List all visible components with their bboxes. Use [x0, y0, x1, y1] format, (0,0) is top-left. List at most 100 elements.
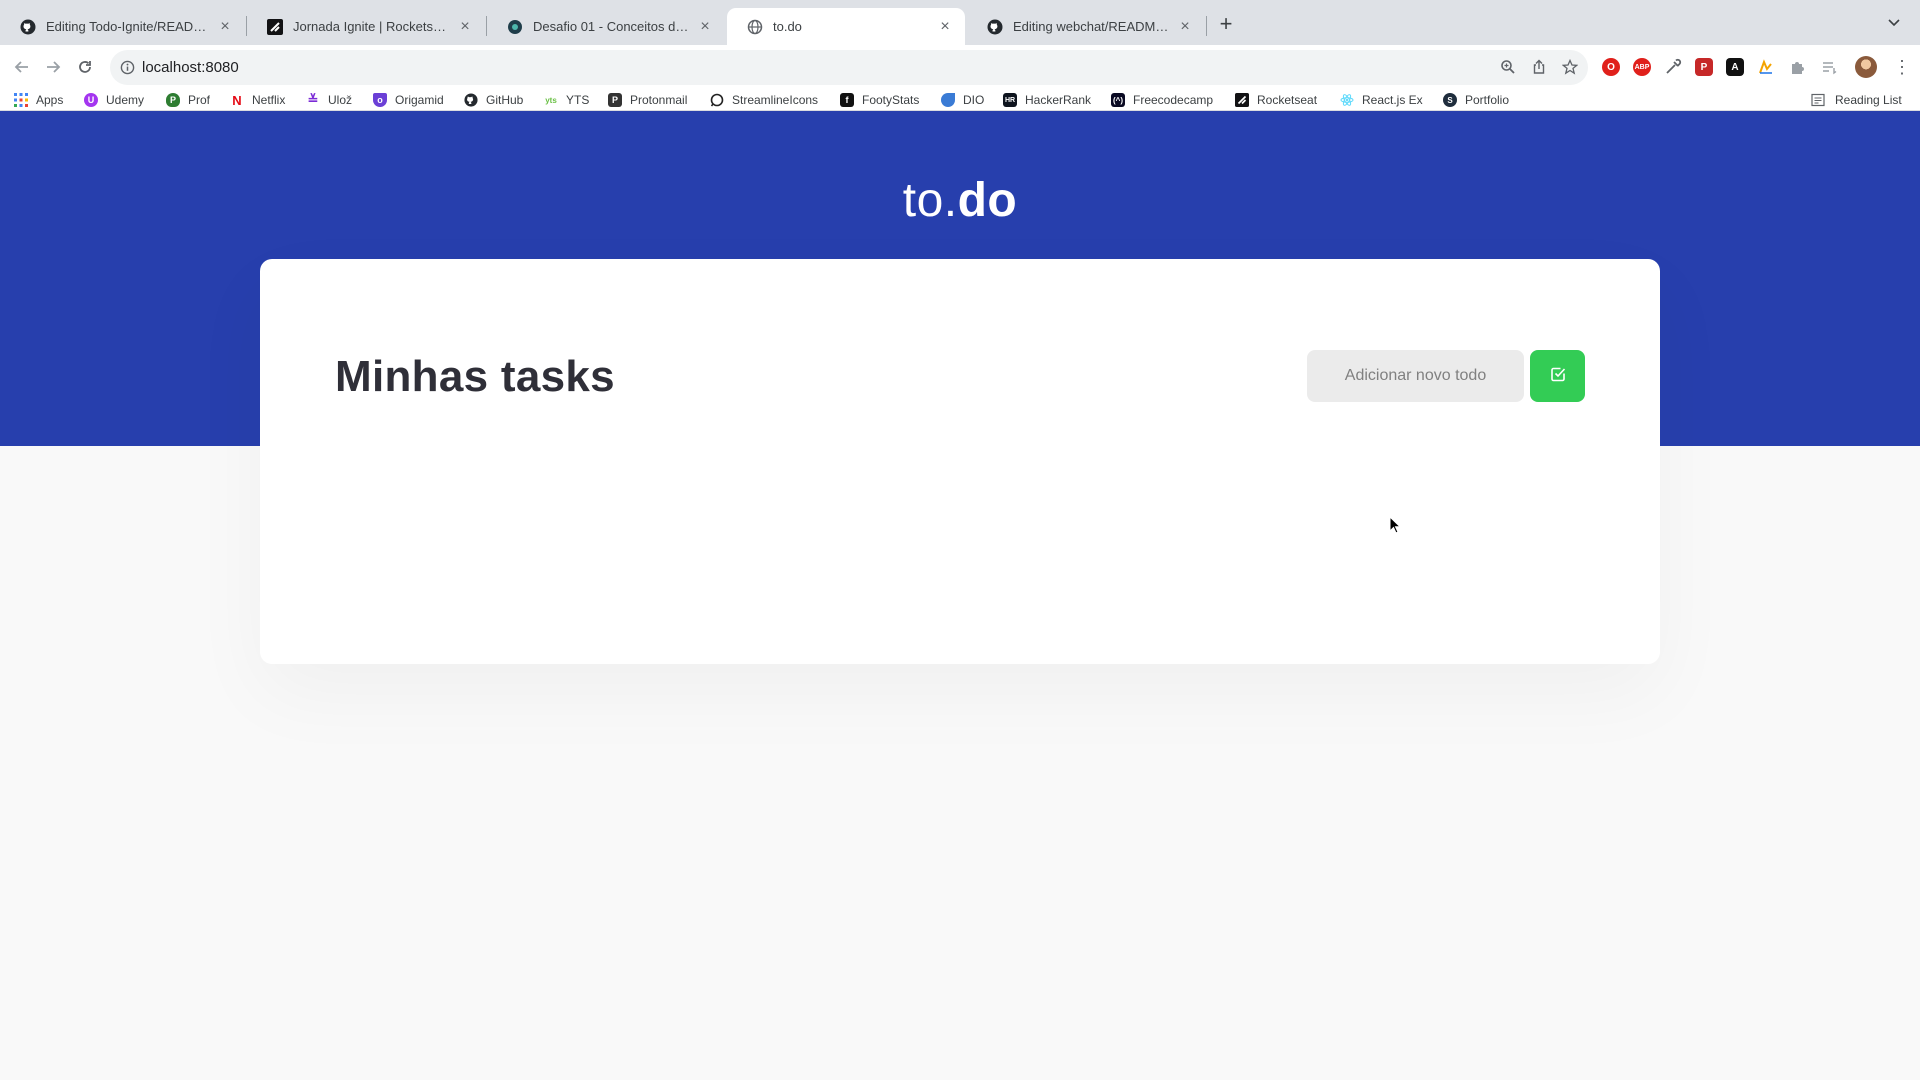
tab-strip: Editing Todo-Ignite/README.md × Jornada … [0, 0, 1920, 45]
bookmark-footystats[interactable]: f FootyStats [840, 91, 919, 109]
tab-title: Editing webchat/README.md at [1013, 19, 1171, 34]
yts-icon: yts [545, 95, 557, 105]
bookmark-label: GitHub [486, 93, 524, 107]
bookmark-protonmail[interactable]: P Protonmail [608, 91, 687, 109]
bookmark-github[interactable]: GitHub [464, 91, 523, 109]
protonmail-icon: P [608, 93, 622, 107]
bookmark-label: Portfolio [1465, 93, 1510, 107]
bookmark-label: React.js Ex [1362, 93, 1423, 107]
reading-list-icon [1811, 93, 1825, 107]
bookmark-dio[interactable]: DIO [941, 91, 984, 109]
origamid-icon: o [373, 93, 387, 107]
bookmark-streamlineicons[interactable]: StreamlineIcons [710, 91, 818, 109]
angular-extension-icon[interactable]: A [1726, 58, 1744, 76]
footystats-icon: f [840, 93, 854, 107]
close-icon[interactable]: × [937, 18, 953, 35]
tab-divider [1206, 16, 1207, 36]
check-square-icon [1549, 365, 1567, 388]
media-queue-icon[interactable] [1820, 58, 1838, 76]
tab-search-chevron-icon[interactable] [1886, 14, 1902, 30]
info-icon[interactable] [120, 60, 135, 75]
bookmark-label: Rocketseat [1257, 93, 1318, 107]
bookmark-star-icon[interactable] [1561, 58, 1579, 75]
bookmark-label: Ulož [328, 93, 353, 107]
bookmark-label: Apps [36, 93, 64, 107]
reading-list-button[interactable]: Reading List [1811, 91, 1902, 109]
bookmarks-bar: Apps U Udemy P Prof N Netflix ≚ Ulož o O… [0, 90, 1920, 111]
eyedropper-extension-icon[interactable] [1664, 58, 1682, 76]
profile-avatar[interactable] [1855, 56, 1877, 78]
app-logo: to.do [0, 173, 1920, 228]
bookmark-rocketseat[interactable]: Rocketseat [1235, 91, 1317, 109]
mouse-cursor [1389, 515, 1402, 534]
bookmark-label: YTS [566, 93, 590, 107]
bookmark-label: Udemy [106, 93, 145, 107]
reading-list-label: Reading List [1835, 93, 1902, 107]
opera-extension-icon[interactable]: O [1602, 58, 1620, 76]
bookmark-apps[interactable]: Apps [14, 91, 63, 109]
uloz-icon: ≚ [307, 92, 319, 107]
new-tab-button[interactable]: + [1214, 13, 1238, 37]
bookmark-netflix[interactable]: N Netflix [230, 91, 285, 109]
forward-arrow-icon[interactable] [43, 57, 63, 77]
adblock-extension-icon[interactable]: ABP [1633, 58, 1651, 76]
chart-extension-icon[interactable] [1757, 58, 1775, 76]
url-text: localhost:8080 [142, 59, 239, 76]
udemy-icon: U [84, 93, 98, 107]
logo-light-text: to. [902, 174, 958, 227]
prof-icon: P [166, 93, 180, 107]
address-bar[interactable]: localhost:8080 [110, 50, 1588, 85]
add-todo-button[interactable] [1530, 350, 1585, 402]
bookmark-reactjs-ex[interactable]: React.js Ex [1340, 91, 1423, 109]
bookmark-prof[interactable]: P Prof [166, 91, 210, 109]
more-menu-icon[interactable]: ⋮ [1893, 56, 1911, 78]
tab-webchat-readme[interactable]: Editing webchat/README.md at × [967, 8, 1205, 45]
bookmark-label: Origamid [395, 93, 444, 107]
share-icon[interactable] [1531, 59, 1547, 75]
bookmark-label: HackerRank [1025, 93, 1092, 107]
tab-title: Desafio 01 - Conceitos do React [533, 19, 691, 34]
browser-toolbar: localhost:8080 O ABP P A ⋮ [0, 45, 1920, 90]
bookmark-yts[interactable]: yts YTS [544, 91, 589, 109]
react-icon [1340, 93, 1354, 107]
new-todo-input[interactable] [1307, 350, 1524, 402]
github-icon [464, 93, 478, 107]
notion-icon [507, 19, 523, 35]
bookmark-udemy[interactable]: U Udemy [84, 91, 144, 109]
globe-icon [747, 19, 763, 35]
bookmark-portfolio[interactable]: S Portfolio [1443, 91, 1509, 109]
tab-desafio-01[interactable]: Desafio 01 - Conceitos do React × [487, 8, 725, 45]
apps-grid-icon [14, 93, 28, 107]
close-icon[interactable]: × [457, 18, 473, 35]
github-icon [20, 19, 36, 35]
netflix-icon: N [232, 92, 242, 108]
bookmark-label: Netflix [252, 93, 286, 107]
close-icon[interactable]: × [697, 18, 713, 35]
tab-todo-ignite-readme[interactable]: Editing Todo-Ignite/README.md × [0, 8, 245, 45]
portfolio-icon: S [1443, 93, 1457, 107]
hackerrank-icon: HR [1003, 93, 1017, 107]
freecodecamp-icon: (^) [1111, 93, 1125, 107]
close-icon[interactable]: × [1177, 18, 1193, 35]
tab-jornada-ignite[interactable]: Jornada Ignite | Rocketseat × [247, 8, 485, 45]
bookmark-freecodecamp[interactable]: (^) Freecodecamp [1111, 91, 1213, 109]
back-arrow-icon[interactable] [12, 57, 32, 77]
bookmark-hackerrank[interactable]: HR HackerRank [1003, 91, 1091, 109]
bookmark-uloz[interactable]: ≚ Ulož [306, 91, 352, 109]
tab-title: to.do [773, 19, 802, 34]
bookmark-label: Freecodecamp [1133, 93, 1214, 107]
app-page: to.do Minhas tasks [0, 111, 1920, 1080]
zoom-icon[interactable] [1500, 59, 1516, 75]
pdf-extension-icon[interactable]: P [1695, 58, 1713, 76]
bookmark-label: Prof [188, 93, 211, 107]
tab-title: Jornada Ignite | Rocketseat [293, 19, 451, 34]
tab-todo[interactable]: to.do × [727, 8, 965, 45]
puzzle-extensions-icon[interactable] [1788, 58, 1806, 76]
close-icon[interactable]: × [217, 18, 233, 35]
bookmark-origamid[interactable]: o Origamid [373, 91, 444, 109]
rocketseat-icon [1235, 93, 1249, 107]
bookmark-label: StreamlineIcons [732, 93, 819, 107]
bookmark-label: FootyStats [862, 93, 920, 107]
reload-icon[interactable] [75, 57, 95, 77]
bookmark-label: DIO [963, 93, 985, 107]
